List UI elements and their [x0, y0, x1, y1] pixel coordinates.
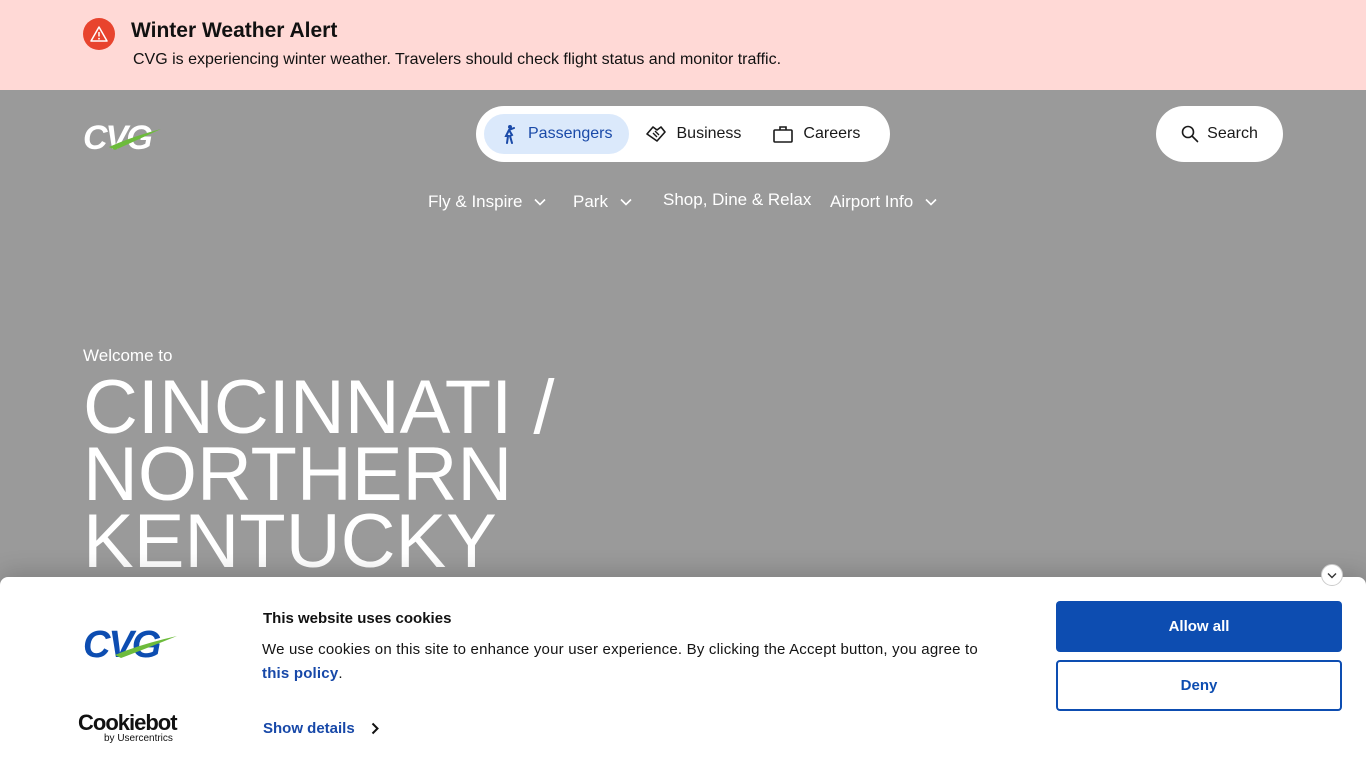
nav-label: Park — [573, 192, 608, 211]
alert-message: CVG is experiencing winter weather. Trav… — [133, 51, 782, 68]
nav-label: Airport Info — [830, 192, 914, 211]
nav-label: Fly & Inspire — [428, 192, 523, 211]
segment-label: Business — [676, 125, 742, 142]
cookiebot-logo[interactable]: Cookiebot by Usercentrics — [78, 710, 178, 744]
hero-title-line: NORTHERN — [83, 432, 513, 517]
search-button[interactable]: Search — [1156, 106, 1283, 162]
search-label: Search — [1207, 125, 1258, 142]
chevron-down-icon — [534, 198, 547, 206]
segment-passengers[interactable]: Passengers — [484, 114, 629, 154]
show-details-button[interactable]: Show details — [263, 720, 379, 737]
handshake-icon — [645, 126, 666, 142]
cookiebot-subtitle: by Usercentrics — [104, 733, 173, 744]
cookie-text-before: We use cookies on this site to enhance y… — [262, 641, 978, 658]
briefcase-icon — [773, 126, 794, 143]
cookie-policy-link[interactable]: this policy — [262, 665, 338, 682]
show-details-label: Show details — [263, 720, 355, 737]
alert-title: Winter Weather Alert — [131, 19, 338, 42]
chevron-right-icon — [371, 722, 379, 735]
audience-switcher: Passengers Business Careers — [476, 106, 890, 162]
cookie-title: This website uses cookies — [263, 610, 452, 627]
segment-label: Passengers — [528, 125, 613, 142]
nav-fly-inspire[interactable]: Fly & Inspire — [428, 192, 547, 212]
allow-all-button[interactable]: Allow all — [1056, 601, 1342, 652]
hero-title: CINCINNATI / NORTHERN KENTUCKY — [83, 365, 643, 584]
deny-button[interactable]: Deny — [1056, 660, 1342, 711]
weather-alert-banner: Winter Weather Alert CVG is experiencing… — [0, 0, 1366, 90]
segment-business[interactable]: Business — [629, 114, 758, 154]
hero-title-line: CINCINNATI / — [83, 365, 555, 450]
cookiebot-wordmark: Cookiebot — [78, 710, 178, 735]
segment-label: Careers — [803, 125, 861, 142]
nav-park[interactable]: Park — [573, 192, 632, 212]
hero-title-line: KENTUCKY — [83, 499, 497, 584]
segment-careers[interactable]: Careers — [757, 114, 876, 154]
cvg-cookie-logo: CVG — [83, 624, 179, 666]
search-icon — [1181, 125, 1199, 143]
hero-welcome: Welcome to — [83, 346, 173, 365]
nav-airport-info[interactable]: Airport Info — [830, 192, 937, 212]
collapse-cookie-banner-button[interactable] — [1321, 564, 1343, 586]
cvg-logo[interactable]: CVG — [83, 119, 163, 157]
cookie-text-after: . — [338, 665, 343, 682]
warning-icon — [83, 18, 115, 50]
nav-label: Shop, Dine & Relax — [663, 190, 812, 209]
main-navigation: Fly & Inspire Park Shop, Dine & Relax Ai… — [0, 188, 1366, 212]
chevron-down-icon — [1327, 572, 1337, 578]
chevron-down-icon — [620, 198, 632, 206]
person-walking-icon — [504, 125, 515, 144]
nav-shop-dine-relax[interactable]: Shop, Dine & Relax — [663, 190, 811, 210]
cookie-description: We use cookies on this site to enhance y… — [262, 638, 1002, 686]
chevron-down-icon — [925, 198, 937, 206]
